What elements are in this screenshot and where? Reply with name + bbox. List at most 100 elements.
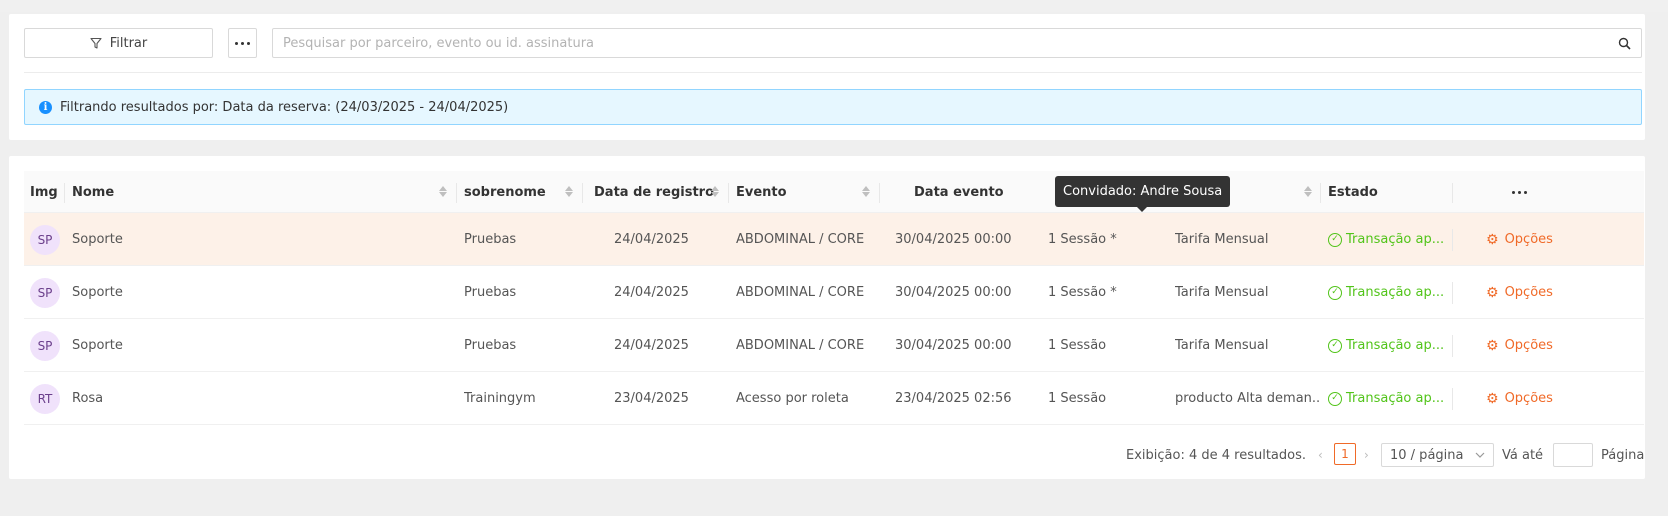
search-input[interactable] xyxy=(283,35,1618,51)
avatar: RT xyxy=(30,383,60,414)
status-text: Transação ap... xyxy=(1346,232,1445,247)
cell-data-evento: 23/04/2025 02:56 xyxy=(895,391,1012,406)
cell-nome: Soporte xyxy=(72,232,123,247)
sort-nome-icon[interactable] xyxy=(439,186,447,197)
cell-nome: Soporte xyxy=(72,285,123,300)
top-strip xyxy=(0,0,1668,12)
cell-sessao[interactable]: 1 Sessão * xyxy=(1048,266,1117,319)
col-sep xyxy=(1452,183,1453,203)
avatar: SP xyxy=(30,277,60,308)
col-sep xyxy=(1452,229,1453,251)
status-text: Transação ap... xyxy=(1346,391,1445,406)
table-row[interactable]: RT Rosa Trainingym 23/04/2025 Acesso por… xyxy=(24,372,1644,425)
guest-tooltip: Convidado: Andre Sousa xyxy=(1055,176,1231,212)
search-icon[interactable] xyxy=(1618,37,1631,50)
cell-evento: Acesso por roleta xyxy=(736,391,849,406)
chevron-down-icon xyxy=(1475,452,1485,458)
more-dots-icon xyxy=(235,41,238,45)
col-sep xyxy=(728,183,729,203)
table-row[interactable]: SP Soporte Pruebas 24/04/2025 ABDOMINAL … xyxy=(24,319,1644,372)
gear-icon: ⚙ xyxy=(1486,337,1499,354)
page-number-1[interactable]: 1 xyxy=(1334,443,1356,465)
filter-card: Filtrar i Filtrando resultados por: Data… xyxy=(9,14,1645,140)
info-icon: i xyxy=(39,100,52,114)
col-sep xyxy=(64,183,65,203)
col-evento[interactable]: Evento xyxy=(736,171,787,213)
options-button[interactable]: ⚙ Opções xyxy=(1486,338,1553,354)
cell-sessao[interactable]: 1 Sessão * xyxy=(1048,213,1117,266)
avatar: SP xyxy=(30,330,60,361)
cell-data-registro: 24/04/2025 xyxy=(614,338,689,353)
filter-button-label: Filtrar xyxy=(109,35,148,51)
sort-produto-icon[interactable] xyxy=(1304,186,1312,197)
more-dot xyxy=(247,41,250,45)
search-box xyxy=(272,28,1642,58)
status-badge: ✓ Transação ap... xyxy=(1328,285,1444,300)
cell-data-evento: 30/04/2025 00:00 xyxy=(895,338,1012,353)
table-card: Img Nome sobrenome Data de registro Even… xyxy=(9,156,1645,479)
cell-data-registro: 23/04/2025 xyxy=(614,391,689,406)
more-options-button[interactable] xyxy=(228,28,257,58)
cell-sessao[interactable]: 1 Sessão xyxy=(1048,319,1106,372)
table-row[interactable]: SP Soporte Pruebas 24/04/2025 ABDOMINAL … xyxy=(24,266,1644,319)
page-size-select[interactable]: 10 / página xyxy=(1381,443,1494,467)
next-page-icon[interactable]: › xyxy=(1364,443,1369,467)
cell-data-evento: 30/04/2025 00:00 xyxy=(895,285,1012,300)
avatar: SP xyxy=(30,224,60,255)
cell-nome: Rosa xyxy=(72,391,104,406)
col-data-evento[interactable]: Data evento xyxy=(914,171,1004,213)
filter-info-text: Filtrando resultados por: Data da reserv… xyxy=(60,99,509,115)
cell-data-registro: 24/04/2025 xyxy=(614,232,689,247)
table-header: Img Nome sobrenome Data de registro Even… xyxy=(24,171,1644,213)
sort-sobrenome-icon[interactable] xyxy=(565,186,573,197)
pagination-summary: Exibição: 4 de 4 resultados. xyxy=(1126,447,1307,463)
col-sep xyxy=(1320,183,1321,203)
cell-evento: ABDOMINAL / CORE xyxy=(736,232,865,247)
cell-data-evento: 30/04/2025 00:00 xyxy=(895,232,1012,247)
cell-evento: ABDOMINAL / CORE xyxy=(736,285,865,300)
status-badge: ✓ Transação ap... xyxy=(1328,338,1444,353)
sort-data-registro-icon[interactable] xyxy=(711,186,719,197)
sort-evento-icon[interactable] xyxy=(862,186,870,197)
status-text: Transação ap... xyxy=(1346,338,1445,353)
prev-page-icon[interactable]: ‹ xyxy=(1318,443,1323,467)
status-badge: ✓ Transação ap... xyxy=(1328,232,1444,247)
options-button[interactable]: ⚙ Opções xyxy=(1486,391,1553,407)
col-nome[interactable]: Nome xyxy=(72,171,114,213)
cell-data-registro: 24/04/2025 xyxy=(614,285,689,300)
filter-icon xyxy=(90,37,102,49)
check-circle-icon: ✓ xyxy=(1328,232,1342,247)
goto-page-input[interactable] xyxy=(1553,443,1593,467)
cell-produto: Tarifa Mensual xyxy=(1175,285,1269,300)
page-label: Página xyxy=(1601,447,1645,463)
col-sep xyxy=(1452,388,1453,410)
filter-button[interactable]: Filtrar xyxy=(24,28,213,58)
options-button[interactable]: ⚙ Opções xyxy=(1486,285,1553,301)
col-sep xyxy=(879,183,880,203)
goto-label: Vá até xyxy=(1502,447,1544,463)
col-img: Img xyxy=(30,184,58,200)
bookings-table: Img Nome sobrenome Data de registro Even… xyxy=(24,171,1644,425)
page-size-value: 10 / página xyxy=(1390,447,1464,463)
options-button[interactable]: ⚙ Opções xyxy=(1486,232,1553,248)
col-sep xyxy=(456,183,457,203)
options-label: Opções xyxy=(1504,391,1553,406)
options-label: Opções xyxy=(1504,232,1553,247)
cell-produto: Tarifa Mensual xyxy=(1175,338,1269,353)
status-badge: ✓ Transação ap... xyxy=(1328,391,1444,406)
filter-info-alert: i Filtrando resultados por: Data da rese… xyxy=(24,89,1642,125)
table-row[interactable]: SP Soporte Pruebas 24/04/2025 ABDOMINAL … xyxy=(24,213,1644,266)
col-data-registro[interactable]: Data de registro xyxy=(594,171,714,213)
check-circle-icon: ✓ xyxy=(1328,391,1342,406)
cell-sobrenome: Trainingym xyxy=(464,391,536,406)
check-circle-icon: ✓ xyxy=(1328,285,1342,300)
cell-produto: producto Alta deman... xyxy=(1175,391,1320,406)
cell-sobrenome: Pruebas xyxy=(464,232,517,247)
options-label: Opções xyxy=(1504,338,1553,353)
columns-menu-icon[interactable] xyxy=(1512,171,1527,213)
cell-sessao[interactable]: 1 Sessão xyxy=(1048,372,1106,425)
gear-icon: ⚙ xyxy=(1486,284,1499,301)
options-label: Opções xyxy=(1504,285,1553,300)
more-dot xyxy=(241,41,244,45)
col-sobrenome[interactable]: sobrenome xyxy=(464,171,546,213)
